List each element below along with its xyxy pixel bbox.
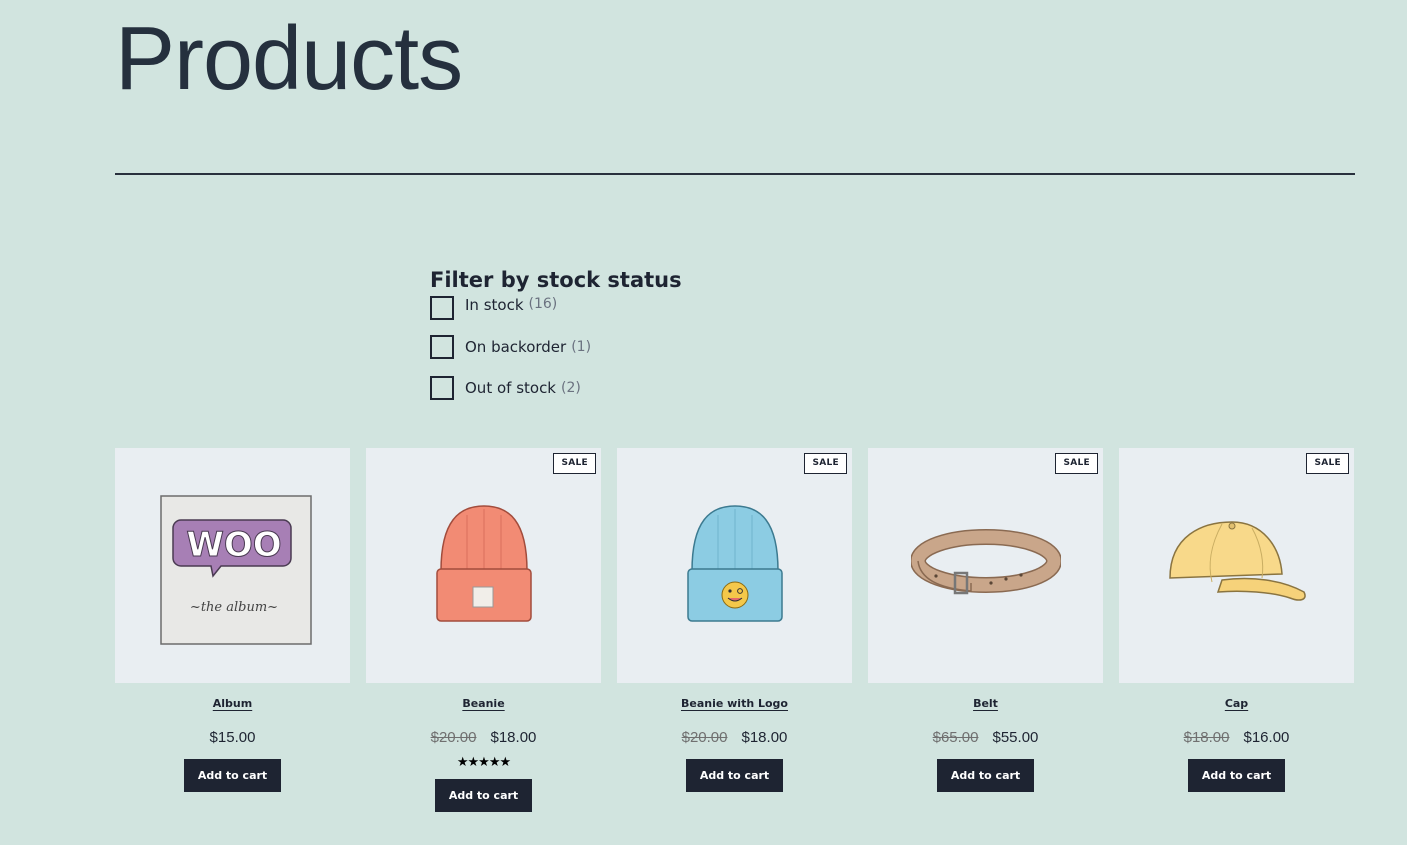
old-price: $20.00 [681, 729, 728, 746]
product-price: $18.00 $16.00 [1184, 729, 1290, 746]
product-grid: WOO ~the album~ Album $15.00 Add to cart… [115, 448, 1355, 812]
in-stock-checkbox[interactable] [430, 296, 454, 320]
album-icon: WOO ~the album~ [159, 494, 312, 645]
product-name[interactable]: Belt [973, 697, 998, 710]
product-price: $65.00 $55.00 [933, 729, 1039, 746]
filter-option-in-stock[interactable]: In stock (16) [430, 296, 682, 326]
product-name[interactable]: Beanie [462, 697, 504, 710]
out-of-stock-checkbox[interactable] [430, 375, 454, 400]
sale-badge: SALE [1055, 453, 1098, 474]
add-to-cart-button[interactable]: Add to cart [685, 759, 784, 792]
product-card: SALE Beanie with Logo $20.00 $18.00 Add t… [617, 448, 852, 812]
filter-option-count: (1) [571, 338, 592, 355]
add-to-cart-button[interactable]: Add to cart [183, 759, 282, 792]
cap-icon [1168, 520, 1306, 601]
old-price: $65.00 [932, 729, 979, 746]
old-price: $20.00 [430, 729, 477, 746]
filter-option-count: (16) [528, 296, 558, 312]
product-name[interactable]: Beanie with Logo [681, 697, 788, 710]
filter-option-out-of-stock[interactable]: Out of stock (2) [430, 367, 682, 408]
current-price: $55.00 [992, 729, 1039, 746]
product-image[interactable]: SALE [366, 448, 601, 683]
current-price: $16.00 [1243, 729, 1290, 746]
current-price: $15.00 [209, 729, 256, 746]
album-caption-text: ~the album~ [189, 600, 277, 615]
filter-title: Filter by stock status [430, 268, 682, 292]
filter-option-on-backorder[interactable]: On backorder (1) [430, 326, 682, 367]
star-rating: ★★★★★ [456, 755, 511, 770]
filter-option-label[interactable]: In stock [465, 296, 524, 314]
stock-status-filter: Filter by stock status In stock (16) On … [430, 268, 682, 408]
product-image[interactable]: SALE [617, 448, 852, 683]
product-card: WOO ~the album~ Album $15.00 Add to cart [115, 448, 350, 812]
sale-badge: SALE [804, 453, 847, 474]
on-backorder-checkbox[interactable] [430, 334, 454, 359]
title-separator [115, 173, 1355, 175]
product-price: $15.00 [210, 729, 256, 746]
sale-badge: SALE [553, 453, 596, 474]
product-card: SALE Belt $65.00 $55.00 Add to cart [868, 448, 1103, 812]
product-card: SALE Cap $18.00 $16.00 Add to cart [1119, 448, 1354, 812]
old-price: $18.00 [1183, 729, 1230, 746]
add-to-cart-button[interactable]: Add to cart [1187, 759, 1286, 792]
sale-badge: SALE [1306, 453, 1349, 474]
product-name[interactable]: Cap [1225, 697, 1248, 710]
belt-icon [910, 528, 1061, 594]
product-name[interactable]: Album [213, 697, 252, 710]
add-to-cart-button[interactable]: Add to cart [936, 759, 1035, 792]
product-card: SALE Beanie $20.00 $18.00 ★★★★★ Add to ca… [366, 448, 601, 812]
product-image[interactable]: WOO ~the album~ [115, 448, 350, 683]
beanie-icon [435, 504, 532, 622]
filter-option-label[interactable]: Out of stock [465, 379, 556, 397]
add-to-cart-button[interactable]: Add to cart [434, 779, 533, 812]
filter-option-count: (2) [561, 379, 581, 396]
product-price: $20.00 $18.00 [682, 729, 788, 746]
beanie-logo-icon [686, 504, 783, 622]
filter-option-label[interactable]: On backorder [465, 338, 566, 356]
product-image[interactable]: SALE [868, 448, 1103, 683]
current-price: $18.00 [490, 729, 537, 746]
current-price: $18.00 [741, 729, 788, 746]
product-price: $20.00 $18.00 [431, 729, 537, 746]
product-image[interactable]: SALE [1119, 448, 1354, 683]
album-logo-text: WOO [186, 525, 281, 565]
page-title: Products [115, 9, 463, 109]
